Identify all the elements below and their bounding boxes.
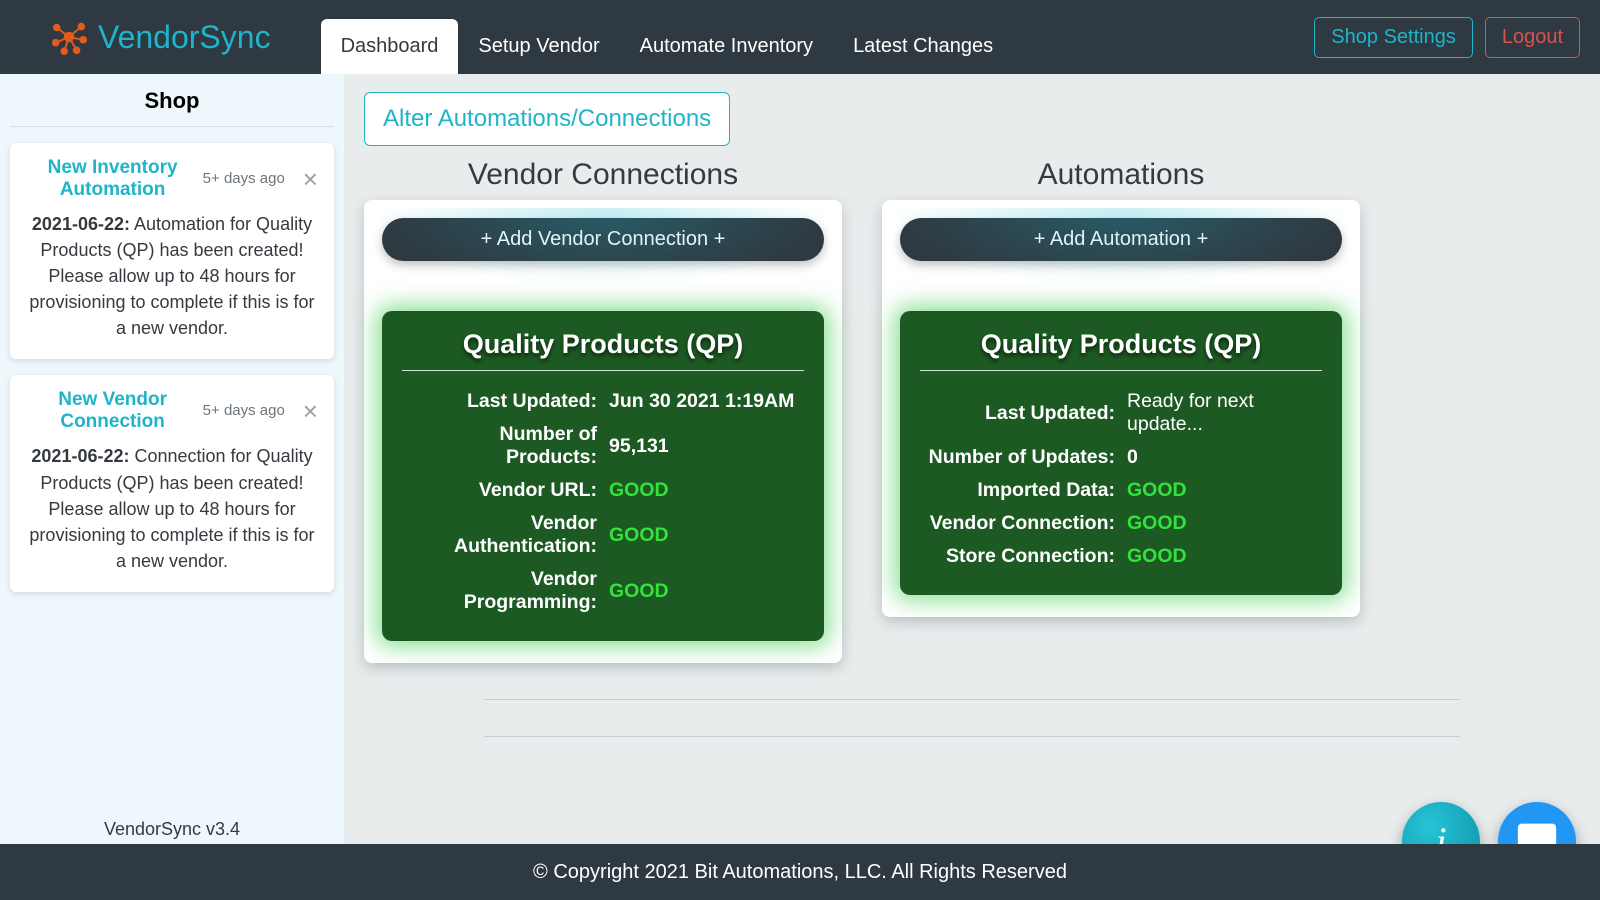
automation-stats: Last Updated:Ready for next update...Num… (920, 385, 1322, 573)
stat-label: Vendor Connection: (920, 507, 1121, 540)
automations-panel: + Add Automation + Quality Products (QP)… (882, 200, 1360, 617)
nav-tab-setup-vendor[interactable]: Setup Vendor (458, 19, 619, 74)
vendor-connection-card[interactable]: Quality Products (QP) Last Updated:Jun 3… (382, 311, 824, 641)
table-row: Last Updated:Ready for next update... (920, 385, 1322, 441)
table-row: Vendor Authentication:GOOD (402, 507, 804, 563)
notification-body: 2021-06-22: Connection for Quality Produ… (26, 443, 318, 573)
main-content: Alter Automations/Connections Vendor Con… (344, 74, 1600, 844)
stat-value: GOOD (603, 474, 804, 507)
stat-value: GOOD (1121, 474, 1322, 507)
close-icon[interactable]: × (288, 164, 318, 195)
automation-card[interactable]: Quality Products (QP) Last Updated:Ready… (900, 311, 1342, 595)
divider (484, 699, 1460, 700)
automation-card-title: Quality Products (QP) (920, 329, 1322, 371)
sidebar-title: Shop (10, 84, 334, 127)
brand[interactable]: VendorSync (50, 18, 271, 56)
stat-label: Last Updated: (920, 385, 1121, 441)
stat-value: Jun 30 2021 1:19AM (603, 385, 804, 418)
close-icon[interactable]: × (288, 396, 318, 427)
add-automation-button[interactable]: + Add Automation + (900, 218, 1342, 261)
table-row: Number of Updates:0 (920, 441, 1322, 474)
vendor-connections-section: Vendor Connections + Add Vendor Connecti… (364, 158, 842, 663)
stat-label: Vendor Programming: (402, 563, 603, 619)
nav-tab-automate-inventory[interactable]: Automate Inventory (620, 19, 833, 74)
notification-card: New Inventory Automation5+ days ago× 2021… (10, 143, 334, 359)
notification-title[interactable]: New Inventory Automation (26, 157, 199, 201)
notification-age: 5+ days ago (199, 402, 288, 420)
top-navbar: VendorSync DashboardSetup VendorAutomate… (0, 0, 1600, 74)
stat-value: GOOD (603, 563, 804, 619)
notification-title[interactable]: New Vendor Connection (26, 389, 199, 433)
sidebar: Shop New Inventory Automation5+ days ago… (0, 74, 344, 844)
table-row: Vendor URL:GOOD (402, 474, 804, 507)
table-row: Last Updated:Jun 30 2021 1:19AM (402, 385, 804, 418)
nav-tabs: DashboardSetup VendorAutomate InventoryL… (321, 0, 1014, 74)
add-vendor-connection-button[interactable]: + Add Vendor Connection + (382, 218, 824, 261)
notification-age: 5+ days ago (199, 170, 288, 188)
nav-tab-dashboard[interactable]: Dashboard (321, 19, 459, 74)
table-row: Number of Products:95,131 (402, 418, 804, 474)
divider (484, 736, 1460, 737)
table-row: Vendor Programming:GOOD (402, 563, 804, 619)
stat-value: GOOD (1121, 540, 1322, 573)
stat-label: Vendor URL: (402, 474, 603, 507)
vendor-connections-panel: + Add Vendor Connection + Quality Produc… (364, 200, 842, 663)
logout-button[interactable]: Logout (1485, 17, 1580, 58)
brand-text: VendorSync (98, 19, 271, 56)
footer: © Copyright 2021 Bit Automations, LLC. A… (0, 844, 1600, 900)
stat-label: Last Updated: (402, 385, 603, 418)
sidebar-version: VendorSync v3.4 (0, 819, 344, 840)
automations-section: Automations + Add Automation + Quality P… (882, 158, 1360, 663)
vendor-connections-title: Vendor Connections (364, 158, 842, 192)
nav-tab-latest-changes[interactable]: Latest Changes (833, 19, 1013, 74)
table-row: Store Connection:GOOD (920, 540, 1322, 573)
stat-value: GOOD (1121, 507, 1322, 540)
stat-label: Number of Updates: (920, 441, 1121, 474)
stat-label: Number of Products: (402, 418, 603, 474)
brand-network-icon (50, 18, 88, 56)
footer-text: © Copyright 2021 Bit Automations, LLC. A… (533, 861, 1067, 884)
stat-value: 95,131 (603, 418, 804, 474)
vendor-connection-stats: Last Updated:Jun 30 2021 1:19AMNumber of… (402, 385, 804, 619)
automations-title: Automations (882, 158, 1360, 192)
stat-value: Ready for next update... (1121, 385, 1322, 441)
notification-body: 2021-06-22: Automation for Quality Produ… (26, 211, 318, 341)
table-row: Vendor Connection:GOOD (920, 507, 1322, 540)
alter-automations-button[interactable]: Alter Automations/Connections (364, 92, 730, 146)
table-row: Imported Data:GOOD (920, 474, 1322, 507)
vendor-connection-card-title: Quality Products (QP) (402, 329, 804, 371)
nav-right: Shop Settings Logout (1314, 17, 1580, 58)
shop-settings-button[interactable]: Shop Settings (1314, 17, 1473, 58)
stat-label: Store Connection: (920, 540, 1121, 573)
stat-label: Imported Data: (920, 474, 1121, 507)
stat-label: Vendor Authentication: (402, 507, 603, 563)
notification-card: New Vendor Connection5+ days ago× 2021-06… (10, 375, 334, 591)
stat-value: 0 (1121, 441, 1322, 474)
stat-value: GOOD (603, 507, 804, 563)
